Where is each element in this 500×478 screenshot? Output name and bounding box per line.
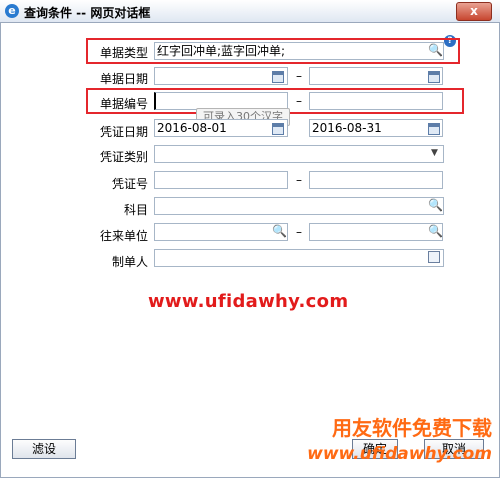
ie-icon: e — [5, 4, 19, 18]
watermark-url: www.ufidawhy.com — [148, 291, 349, 312]
edit-icon[interactable] — [428, 251, 440, 263]
voucher-number-to[interactable] — [309, 171, 443, 189]
voucher-number-from[interactable] — [154, 171, 288, 189]
bill-date-from[interactable] — [154, 67, 288, 85]
title-bar: e 查询条件 -- 网页对话框 x — [0, 0, 500, 23]
range-separator: – — [296, 69, 302, 83]
calendar-icon[interactable] — [272, 71, 284, 83]
voucher-category-select[interactable] — [154, 145, 444, 163]
label-counterparty: 往来单位 — [99, 229, 148, 243]
label-preparer: 制单人 — [111, 255, 148, 269]
search-icon[interactable]: 🔍 — [272, 225, 287, 238]
calendar-icon[interactable] — [428, 71, 440, 83]
brand-name: 用友软件免费下载 — [332, 416, 492, 440]
calendar-icon[interactable] — [428, 123, 440, 135]
highlight-box-bill-type — [86, 38, 460, 64]
window-title: 查询条件 -- 网页对话框 — [24, 6, 151, 20]
brand-url: www.ufidawhy.com — [307, 444, 492, 464]
filter-settings-button[interactable]: 滤设 — [12, 439, 76, 459]
search-icon[interactable]: 🔍 — [428, 225, 443, 238]
chevron-down-icon[interactable]: ▼ — [428, 147, 441, 160]
label-voucher-category: 凭证类别 — [99, 150, 148, 164]
calendar-icon[interactable] — [272, 123, 284, 135]
counterparty-from[interactable] — [154, 223, 288, 241]
search-icon[interactable]: 🔍 — [428, 199, 443, 212]
label-voucher-number: 凭证号 — [111, 177, 148, 191]
label-account: 科目 — [123, 203, 148, 217]
label-bill-date: 单据日期 — [99, 72, 148, 86]
range-separator: – — [296, 225, 302, 239]
voucher-date-to[interactable]: 2016-08-31 — [309, 119, 443, 137]
bill-date-to[interactable] — [309, 67, 443, 85]
preparer-field[interactable] — [154, 249, 444, 267]
voucher-date-from[interactable]: 2016-08-01 — [154, 119, 288, 137]
range-separator: – — [296, 173, 302, 187]
close-button[interactable]: x — [456, 2, 492, 21]
account-field[interactable] — [154, 197, 444, 215]
label-voucher-date: 凭证日期 — [99, 125, 148, 139]
counterparty-to[interactable] — [309, 223, 443, 241]
